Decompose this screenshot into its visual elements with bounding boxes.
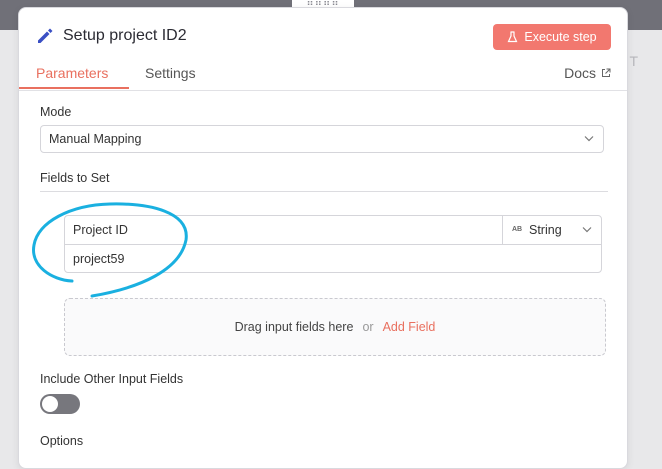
pencil-icon[interactable] [35, 26, 55, 46]
docs-link[interactable]: Docs [564, 65, 611, 81]
field-type-select[interactable]: String [529, 223, 562, 237]
execute-step-button[interactable]: Execute step [493, 24, 611, 50]
field-name-input[interactable]: Project ID [73, 223, 128, 237]
tab-settings[interactable]: Settings [145, 65, 196, 81]
docs-label: Docs [564, 65, 596, 81]
dropzone-or: or [362, 320, 374, 334]
flask-icon [507, 31, 518, 43]
execute-step-label: Execute step [524, 30, 597, 44]
section-divider [40, 191, 608, 192]
active-tab-indicator [19, 87, 129, 89]
field-dropzone[interactable]: Drag input fields here or Add Field [64, 298, 606, 356]
options-label: Options [40, 434, 84, 448]
field-value-input[interactable]: project59 [73, 252, 124, 266]
toggle-knob [42, 396, 58, 412]
field-divider [65, 244, 601, 245]
external-link-icon [602, 68, 611, 77]
tab-parameters[interactable]: Parameters [36, 65, 108, 81]
string-type-icon: AB [512, 226, 523, 233]
chevron-down-icon[interactable] [582, 226, 592, 233]
field-divider [502, 216, 503, 244]
panel-header: Setup project ID2 [35, 26, 187, 46]
include-other-fields-label: Include Other Input Fields [40, 372, 184, 386]
fields-to-set-label: Fields to Set [40, 171, 110, 185]
dropzone-text: Drag input fields here [234, 320, 354, 334]
node-settings-panel: Setup project ID2 Execute step Parameter… [18, 7, 628, 469]
chevron-down-icon [584, 136, 594, 142]
mode-label: Mode [40, 105, 72, 119]
node-title[interactable]: Setup project ID2 [63, 27, 187, 45]
panel-tabs: Parameters Settings Docs [19, 56, 627, 91]
field-assignment: Project ID AB String project59 [64, 215, 602, 273]
mode-select-value: Manual Mapping [49, 132, 142, 146]
include-other-fields-toggle[interactable] [40, 394, 80, 414]
mode-select[interactable]: Manual Mapping [40, 125, 604, 153]
add-field-button[interactable]: Add Field [383, 320, 436, 334]
